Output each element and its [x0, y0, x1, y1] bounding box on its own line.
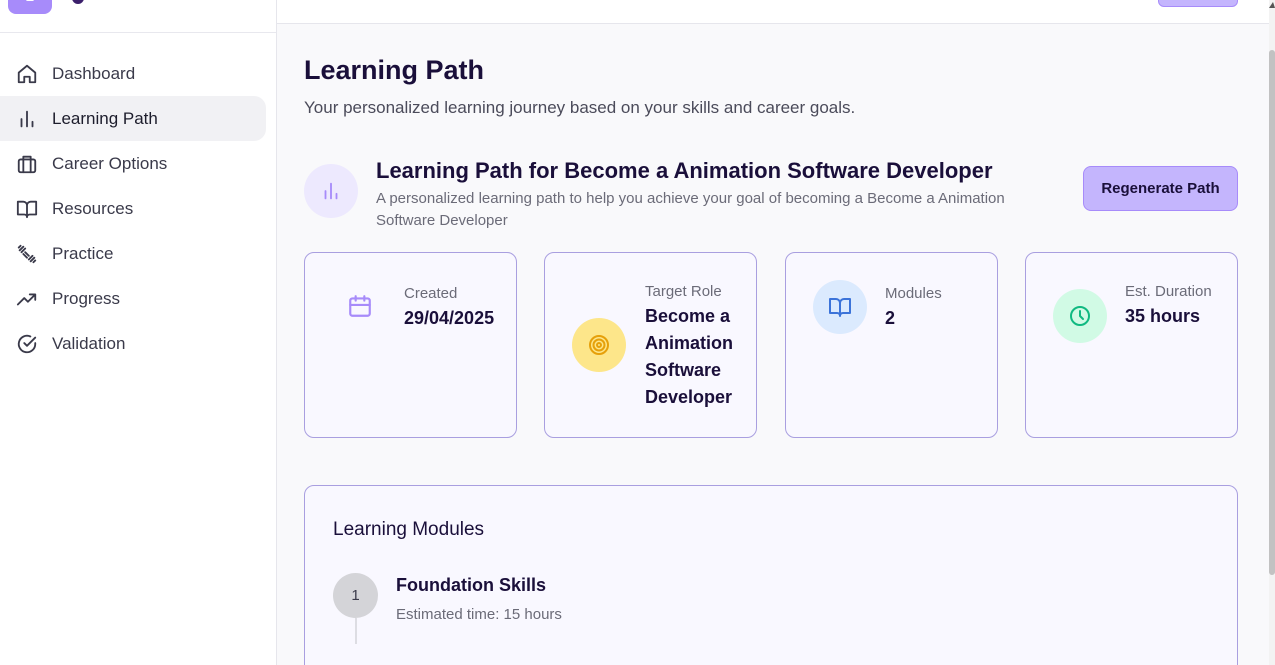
path-description: A personalized learning path to help you… [376, 190, 1005, 229]
calendar-icon [347, 293, 373, 324]
page-subtitle: Your personalized learning journey based… [304, 98, 856, 117]
sidebar-item-validation[interactable]: Validation [0, 321, 266, 366]
module-time: Estimated time: 15 hours [396, 606, 562, 623]
clock-icon [1053, 289, 1107, 343]
app-logo-mark [72, 0, 84, 4]
sidebar-item-resources[interactable]: Resources [0, 186, 266, 231]
sidebar-item-dashboard[interactable]: Dashboard [0, 51, 266, 96]
stats-row: Created 29/04/2025 Target Role Become a … [304, 252, 1238, 438]
sidebar-header [0, 0, 276, 33]
stat-label: Modules [885, 285, 942, 302]
trending-up-icon [16, 288, 38, 310]
module-title[interactable]: Foundation Skills [396, 575, 546, 596]
sidebar: Dashboard Learning Path Career Options R… [0, 0, 277, 665]
sidebar-item-label: Progress [52, 288, 121, 308]
book-open-icon [16, 198, 38, 220]
stat-value: Become a Animation Software Developer [645, 306, 733, 407]
home-icon [16, 63, 38, 85]
sidebar-item-label: Practice [52, 243, 114, 263]
path-title: Learning Path for Become a Animation Sof… [376, 158, 993, 183]
sidebar-item-label: Career Options [52, 153, 168, 173]
scrollbar-thumb[interactable] [1269, 50, 1275, 575]
stat-label: Est. Duration [1125, 283, 1212, 300]
module-connector-line [355, 618, 357, 644]
top-action-button[interactable] [1158, 0, 1238, 7]
sidebar-item-learning-path[interactable]: Learning Path [0, 96, 266, 141]
sidebar-item-career-options[interactable]: Career Options [0, 141, 266, 186]
path-header: Learning Path for Become a Animation Sof… [304, 158, 1238, 238]
learning-modules-card: Learning Modules 1 Foundation Skills Est… [304, 485, 1238, 665]
stat-card-duration: Est. Duration 35 hours [1025, 252, 1238, 438]
stat-label: Target Role [645, 283, 722, 300]
app-logo[interactable] [8, 0, 52, 14]
target-icon [572, 318, 626, 372]
stat-card-modules: Modules 2 [785, 252, 998, 438]
stat-value: 35 hours [1125, 306, 1201, 326]
sidebar-nav: Dashboard Learning Path Career Options R… [0, 33, 276, 366]
check-circle-icon [16, 333, 38, 355]
stat-card-created: Created 29/04/2025 [304, 252, 517, 438]
bar-chart-icon [304, 164, 358, 218]
briefcase-icon [16, 153, 38, 175]
sidebar-item-label: Dashboard [52, 63, 136, 83]
stat-value: 2 [885, 308, 896, 328]
main-content: Learning Path Your personalized learning… [304, 24, 1238, 438]
module-number-badge: 1 [333, 573, 378, 618]
sidebar-item-label: Validation [52, 333, 126, 353]
stat-card-target-role: Target Role Become a Animation Software … [544, 252, 757, 438]
modules-title: Learning Modules [333, 519, 485, 540]
stat-value: 29/04/2025 [404, 308, 495, 328]
regenerate-path-button[interactable]: Regenerate Path [1083, 166, 1238, 211]
top-bar [277, 0, 1275, 24]
stat-label: Created [404, 285, 458, 302]
sidebar-item-label: Learning Path [52, 108, 158, 128]
book-open-icon [813, 280, 867, 334]
scrollbar[interactable] [1269, 0, 1275, 665]
page-title: Learning Path [304, 55, 485, 85]
bar-chart-icon [16, 108, 38, 130]
scroll-up-arrow[interactable] [1269, 2, 1275, 8]
dumbbell-icon [16, 243, 38, 265]
sidebar-item-progress[interactable]: Progress [0, 276, 266, 321]
sidebar-item-practice[interactable]: Practice [0, 231, 266, 276]
sidebar-item-label: Resources [52, 198, 134, 218]
